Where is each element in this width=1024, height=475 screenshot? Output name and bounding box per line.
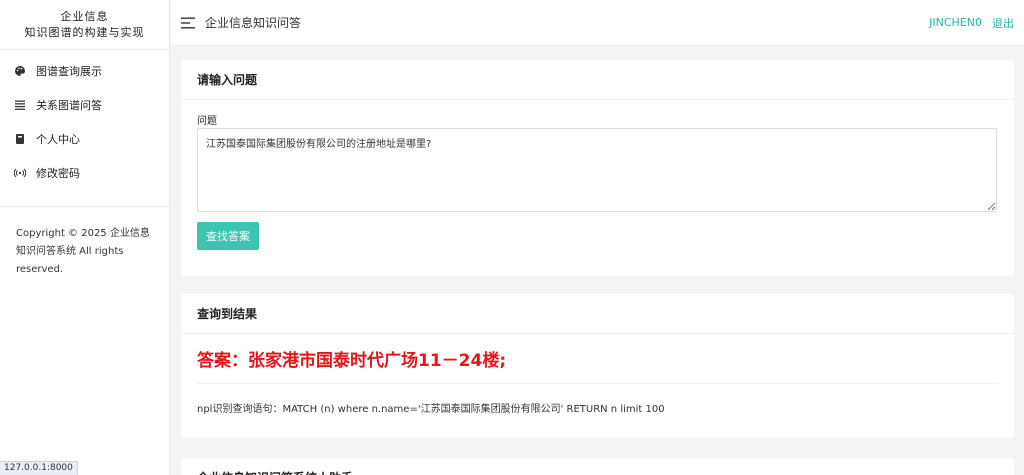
- question-field-label: 问题: [197, 116, 217, 127]
- sidebar-item-label: 关系图谱问答: [36, 99, 102, 112]
- find-answer-button[interactable]: 查找答案: [197, 222, 259, 250]
- result-card-header: 查询到结果: [181, 294, 1014, 334]
- cypher-query-text: npl识别查询语句：MATCH (n) where n.name='江苏国泰国际…: [197, 404, 665, 415]
- sidebar: 企业信息 知识图谱的构建与实现 图谱查询展示 关系图谱问答 个人中心 修改密码: [0, 0, 170, 475]
- brand-logo: 企业信息 知识图谱的构建与实现: [0, 0, 169, 50]
- broadcast-icon: [14, 167, 26, 179]
- username-link[interactable]: JINCHEN0: [929, 16, 982, 29]
- sidebar-item-label: 修改密码: [36, 167, 80, 180]
- question-card-header: 请输入问题: [181, 60, 1014, 100]
- page-title: 企业信息知识问答: [205, 16, 302, 30]
- sidebar-item-graph-query[interactable]: 图谱查询展示: [0, 54, 169, 88]
- sidebar-item-change-password[interactable]: 修改密码: [0, 156, 169, 190]
- sidebar-item-label: 图谱查询展示: [36, 65, 102, 78]
- sidebar-item-label: 个人中心: [36, 133, 80, 146]
- copyright-text: Copyright © 2025 企业信息知识问答系统 All rights r…: [16, 228, 150, 275]
- assistant-card-header: 企业信息知识问答系统小助手: [181, 458, 1014, 475]
- browser-status-url: 127.0.0.1:8000: [0, 461, 78, 475]
- question-textarea[interactable]: 江苏国泰国际集团股份有限公司的注册地址是哪里?: [197, 128, 997, 212]
- user-area: JINCHEN0 退出: [929, 15, 1014, 31]
- list-icon: [14, 99, 26, 111]
- brand-line-1: 企业信息: [60, 10, 109, 23]
- sidebar-item-profile[interactable]: 个人中心: [0, 122, 169, 156]
- top-bar: 企业信息知识问答 JINCHEN0 退出: [171, 0, 1024, 46]
- palette-icon: [14, 65, 26, 77]
- brand-line-2: 知识图谱的构建与实现: [24, 26, 145, 39]
- result-card: 查询到结果 答案：张家港市国泰时代广场11－24楼; npl识别查询语句：MAT…: [181, 294, 1014, 438]
- question-card: 请输入问题 问题 江苏国泰国际集团股份有限公司的注册地址是哪里? 查找答案: [181, 60, 1014, 276]
- sidebar-item-relation-qa[interactable]: 关系图谱问答: [0, 88, 169, 122]
- answer-text: 答案：张家港市国泰时代广场11－24楼;: [197, 351, 507, 371]
- sidebar-menu: 图谱查询展示 关系图谱问答 个人中心 修改密码: [0, 50, 169, 207]
- hamburger-menu-icon[interactable]: [181, 17, 197, 29]
- result-divider: [197, 383, 998, 384]
- assistant-card: 企业信息知识问答系统小助手: [181, 458, 1014, 475]
- book-icon: [14, 133, 26, 145]
- logout-link[interactable]: 退出: [992, 15, 1014, 31]
